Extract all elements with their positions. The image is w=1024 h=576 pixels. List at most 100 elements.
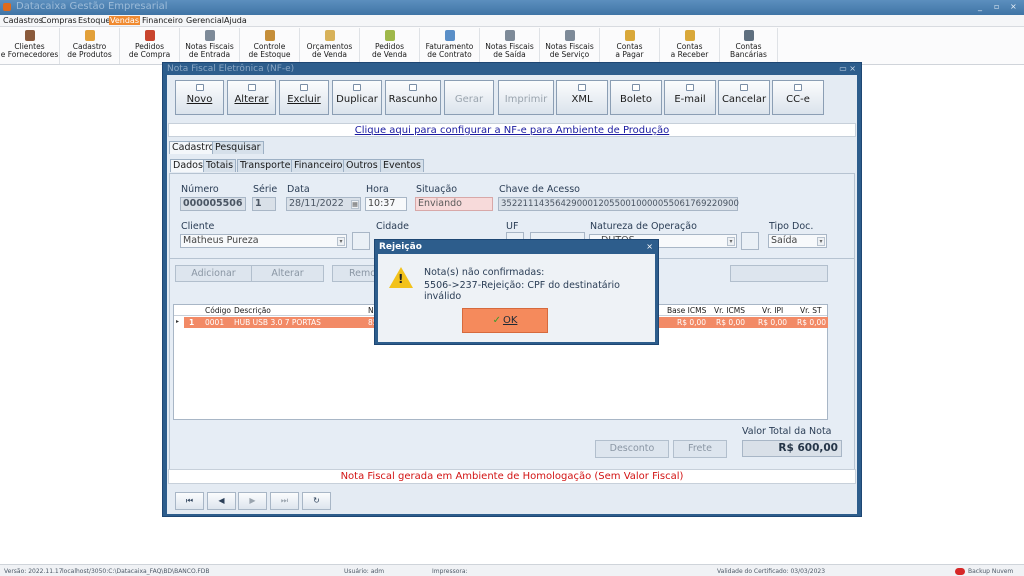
chave-field[interactable]: 3522111435642900012055001000005506176922… <box>498 197 739 211</box>
tab-transporte[interactable]: Transporte <box>237 159 294 172</box>
ribbon-contas-pagar-button[interactable]: Contas a Pagar <box>600 28 660 64</box>
tab-cadastro[interactable]: Cadastro <box>169 141 218 154</box>
numero-field[interactable]: 000005506 <box>180 197 246 211</box>
check-icon: ✓ <box>492 315 501 326</box>
nfe-window-controls[interactable]: ▭ × <box>839 64 856 73</box>
menu-financeiro[interactable]: Financeiro <box>141 16 184 25</box>
restore-button[interactable]: ▫ <box>994 2 999 11</box>
imprimir-button[interactable]: Imprimir <box>498 80 554 115</box>
ribbon-toolbar: Clientes e Fornecedores Cadastro de Prod… <box>0 27 1024 65</box>
cliente-search-button[interactable] <box>352 232 370 250</box>
dialog-close-icon[interactable]: × <box>646 242 653 251</box>
draft-icon <box>409 84 417 91</box>
data-field[interactable]: 28/11/2022 ▦ <box>286 197 361 211</box>
adicionar-item-button[interactable]: Adicionar <box>175 265 252 282</box>
uf-label: UF <box>506 221 519 232</box>
rascunho-button[interactable]: Rascunho <box>385 80 441 115</box>
tab-dados[interactable]: Dados <box>170 159 206 172</box>
boxes-icon <box>84 30 95 41</box>
config-production-link[interactable]: Clique aqui para configurar a NF-e para … <box>168 123 856 137</box>
cce-button[interactable]: CC-e <box>772 80 824 115</box>
ribbon-nf-entrada-button[interactable]: Notas Fiscais de Entrada <box>180 28 240 64</box>
minimize-button[interactable]: _ <box>978 2 982 11</box>
col-vr-icms: Vr. ICMS <box>714 306 745 315</box>
rejeicao-dialog: Rejeição × ! Nota(s) não confirmadas: 55… <box>374 239 659 345</box>
col-vr-ipi: Vr. IPI <box>762 306 784 315</box>
dialog-body: ! Nota(s) não confirmadas: 5506->237-Rej… <box>378 254 655 342</box>
ribbon-nf-saida-button[interactable]: Notas Fiscais de Saída <box>480 28 540 64</box>
alterar-button[interactable]: Alterar <box>227 80 276 115</box>
order-icon <box>384 30 395 41</box>
ribbon-pedidos-compra-button[interactable]: Pedidos de Compra <box>120 28 180 64</box>
col-codigo: Código <box>205 306 232 315</box>
prev-record-button[interactable]: ◀ <box>207 492 236 510</box>
calendar-icon[interactable]: ▦ <box>351 200 359 209</box>
close-button[interactable]: × <box>1010 2 1017 11</box>
ribbon-nf-servico-button[interactable]: Notas Fiscais de Serviço <box>540 28 600 64</box>
tab-financeiro[interactable]: Financeiro <box>291 159 346 172</box>
menu-vendas[interactable]: Vendas <box>109 16 140 25</box>
tab-pesquisar[interactable]: Pesquisar <box>212 141 264 154</box>
ribbon-clientes-button[interactable]: Clientes e Fornecedores <box>0 28 60 64</box>
clipboard-icon <box>264 30 275 41</box>
menu-ajuda[interactable]: Ajuda <box>223 16 248 25</box>
xml-button[interactable]: XML <box>556 80 608 115</box>
first-record-button[interactable]: ⏮ <box>175 492 204 510</box>
dialog-title: Rejeição <box>379 242 422 252</box>
coins-icon <box>624 30 635 41</box>
last-record-button[interactable]: ⏭ <box>270 492 299 510</box>
cancelar-button[interactable]: Cancelar <box>718 80 770 115</box>
tab-totais[interactable]: Totais <box>203 159 237 172</box>
chevron-down-icon[interactable]: ▾ <box>817 237 825 246</box>
natureza-search-button[interactable] <box>741 232 759 250</box>
row-pointer-icon: ▸ <box>176 318 180 325</box>
ribbon-orcamentos-button[interactable]: Orçamentos de Venda <box>300 28 360 64</box>
status-backup[interactable]: Backup Nuvem <box>968 568 1013 575</box>
menu-compras[interactable]: Compras <box>40 16 78 25</box>
novo-button[interactable]: Novo <box>175 80 224 115</box>
ribbon-produtos-button[interactable]: Cadastro de Produtos <box>60 28 120 64</box>
ribbon-estoque-button[interactable]: Controle de Estoque <box>240 28 300 64</box>
item-extra-button[interactable] <box>730 265 828 282</box>
gerar-button[interactable]: Gerar <box>444 80 494 115</box>
hora-field[interactable]: 10:37 <box>365 197 407 211</box>
alterar-item-button[interactable]: Alterar <box>251 265 324 282</box>
col-descricao: Descrição <box>234 306 271 315</box>
hora-label: Hora <box>366 184 389 195</box>
duplicar-button[interactable]: Duplicar <box>332 80 382 115</box>
next-record-button[interactable]: ▶ <box>238 492 267 510</box>
tab-eventos[interactable]: Eventos <box>380 159 424 172</box>
homologacao-note: Nota Fiscal gerada em Ambiente de Homolo… <box>168 469 856 484</box>
refresh-button[interactable]: ↻ <box>302 492 331 510</box>
chevron-down-icon[interactable]: ▾ <box>337 237 345 246</box>
ribbon-pedidos-venda-button[interactable]: Pedidos de Venda <box>360 28 420 64</box>
menu-cadastros[interactable]: Cadastros <box>2 16 44 25</box>
status-bar: Versão: 2022.11.17 localhost/3050:C:\Dat… <box>0 564 1024 576</box>
cliente-select[interactable]: Matheus Pureza ▾ <box>180 234 347 248</box>
coins-icon <box>684 30 695 41</box>
boleto-button[interactable]: Boleto <box>610 80 662 115</box>
ribbon-faturamento-button[interactable]: Faturamento de Contrato <box>420 28 480 64</box>
app-titlebar: Datacaixa Gestão Empresarial _ ▫ × <box>0 0 1024 15</box>
frete-button[interactable]: Frete <box>673 440 727 458</box>
tab-outros[interactable]: Outros <box>343 159 381 172</box>
status-db: localhost/3050:C:\Datacaixa_FAQ\BD\BANCO… <box>62 568 210 575</box>
status-impressora: Impressora: <box>432 568 468 575</box>
tipo-doc-select[interactable]: Saída ▾ <box>768 234 827 248</box>
ribbon-contas-receber-button[interactable]: Contas a Receber <box>660 28 720 64</box>
email-button[interactable]: E-mail <box>664 80 716 115</box>
excluir-button[interactable]: Excluir <box>279 80 329 115</box>
desconto-button[interactable]: Desconto <box>595 440 669 458</box>
serie-field[interactable]: 1 <box>252 197 276 211</box>
cloud-icon <box>955 568 965 575</box>
xml-icon <box>578 84 586 91</box>
menu-estoque[interactable]: Estoque <box>77 16 111 25</box>
app-title: Datacaixa Gestão Empresarial <box>16 1 168 12</box>
notes-icon <box>504 30 515 41</box>
ribbon-contas-bancarias-button[interactable]: Contas Bancárias <box>720 28 778 64</box>
menu-gerencial[interactable]: Gerencial <box>185 16 225 25</box>
bank-icon <box>743 30 754 41</box>
correction-icon <box>794 84 802 91</box>
ok-button[interactable]: ✓ OK <box>462 308 548 333</box>
chevron-down-icon[interactable]: ▾ <box>727 237 735 246</box>
